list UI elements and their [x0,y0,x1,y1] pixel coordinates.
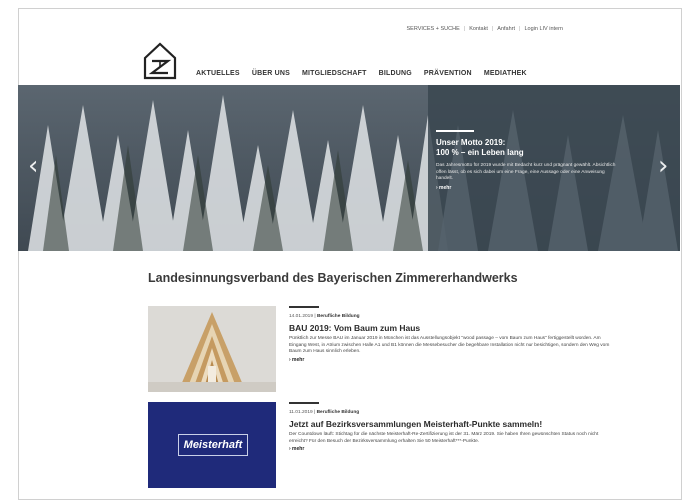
news-text: Pünktlich zur Messe BAU im Januar 2019 i… [289,336,610,354]
hero-caption: Unser Motto 2019: 100 % – ein Leben lang… [436,130,616,191]
contact-link[interactable]: Kontakt [469,26,488,32]
separator: | [491,26,494,32]
separator: | [519,26,521,32]
nav-item-mediathek[interactable]: MEDIATHEK [484,70,527,77]
nav-item-ueber-uns[interactable]: ÜBER UNS [252,70,290,77]
service-bar: SERVICES + SUCHE | Kontakt | Anfahrt | L… [407,26,563,32]
hero-text: Das Jahresmotto für 2019 wurde mit Bedac… [436,163,616,181]
news-text: Der Countdown läuft: Stichtag für die nä… [289,432,599,444]
news-category: Berufliche Bildung [316,314,360,319]
hero-title-line2: 100 % – ein Leben lang [436,148,524,157]
nav-item-praevention[interactable]: PRÄVENTION [424,70,472,77]
news-date: 11.01.2019 [289,410,313,415]
slider-prev-button[interactable]: ‹ [28,153,38,179]
news-title[interactable]: BAU 2019: Vom Baum zum Haus [289,323,614,333]
nav-item-mitgliedschaft[interactable]: MITGLIEDSCHAFT [302,70,367,77]
main-navigation: AKTUELLES ÜBER UNS MITGLIEDSCHAFT BILDUN… [196,70,527,77]
news-title[interactable]: Jetzt auf Bezirksversammlungen Meisterha… [289,419,614,429]
separator: | [463,26,466,32]
nav-item-bildung[interactable]: BILDUNG [379,70,412,77]
services-search-link[interactable]: SERVICES + SUCHE [407,26,460,32]
login-link[interactable]: Login LIV intern [524,26,563,32]
directions-link[interactable]: Anfahrt [497,26,515,32]
news-body: 14.01.2019 | Berufliche Bildung BAU 2019… [289,306,614,363]
news-meta: 14.01.2019 | Berufliche Bildung [289,314,360,319]
news-more-link[interactable]: › mehr [289,446,614,452]
news-category: Berufliche Bildung [316,410,360,415]
hero-more-link[interactable]: › mehr [436,185,616,191]
news-rule [289,306,319,308]
news-image-meisterhaft[interactable]: Meisterhaft [148,402,276,488]
news-rule [289,402,319,404]
page-title: Landesinnungsverband des Bayerischen Zim… [148,271,518,285]
caption-rule [436,130,474,132]
site-logo[interactable] [142,40,178,80]
news-more-link[interactable]: › mehr [289,357,614,363]
meisterhaft-logo: Meisterhaft [178,434,248,456]
nav-item-aktuelles[interactable]: AKTUELLES [196,70,240,77]
slider-next-button[interactable]: › [658,153,668,179]
news-date: 14.01.2019 [289,314,314,319]
news-body: 11.01.2019 | Berufliche Bildung Jetzt au… [289,402,614,452]
news-image-wood-passage[interactable] [148,306,276,392]
hero-title-line1: Unser Motto 2019: [436,138,506,147]
news-meta: 11.01.2019 | Berufliche Bildung [289,410,360,415]
